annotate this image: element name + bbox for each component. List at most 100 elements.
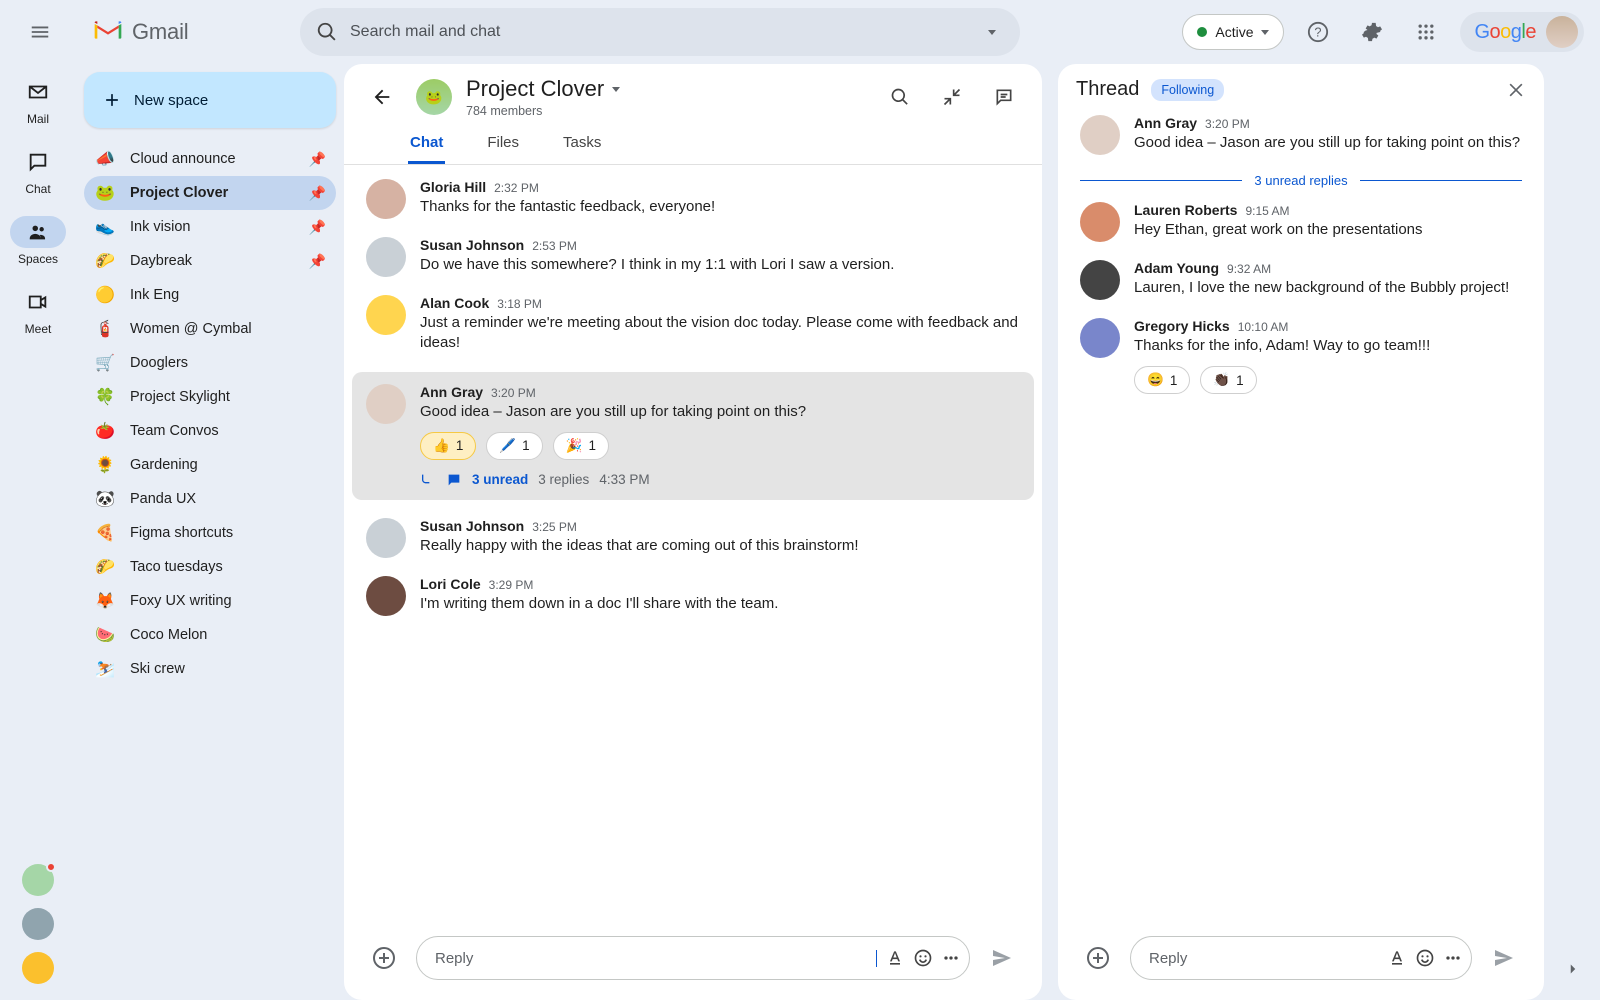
message[interactable]: Lori Cole3:29 PM I'm writing them down i…: [366, 576, 1020, 616]
account-avatar[interactable]: [1546, 16, 1578, 48]
reply-input[interactable]: [435, 950, 877, 967]
rail-avatar[interactable]: [22, 952, 54, 984]
space-item[interactable]: 🍅 Team Convos: [84, 414, 336, 448]
send-button[interactable]: [984, 940, 1020, 976]
search-input[interactable]: [350, 23, 960, 41]
user-avatar: [1080, 318, 1120, 358]
message-time: 10:10 AM: [1238, 320, 1289, 334]
message[interactable]: Susan Johnson2:53 PM Do we have this som…: [366, 237, 1020, 277]
apps-button[interactable]: [1406, 12, 1446, 52]
rail-meet[interactable]: Meet: [0, 278, 76, 344]
tab-files[interactable]: Files: [485, 124, 521, 164]
user-avatar: [1080, 115, 1120, 155]
rail-avatar[interactable]: [22, 908, 54, 940]
side-panel-collapse-button[interactable]: [1564, 960, 1582, 978]
open-thread-button[interactable]: [984, 77, 1024, 117]
format-button[interactable]: [885, 948, 905, 968]
message-text: Thanks for the fantastic feedback, every…: [420, 197, 1020, 217]
more-button[interactable]: [1443, 948, 1463, 968]
reaction-chip[interactable]: 🖊️ 1: [486, 432, 542, 460]
thread-messages[interactable]: Ann Gray3:20 PM Good idea – Jason are yo…: [1058, 107, 1544, 926]
send-button[interactable]: [1486, 940, 1522, 976]
thread-summary[interactable]: 3 unread 3 replies 4:33 PM: [420, 472, 1020, 488]
close-icon: [1506, 80, 1526, 100]
attach-button[interactable]: [1080, 940, 1116, 976]
more-button[interactable]: [941, 948, 961, 968]
account-chip[interactable]: Google: [1460, 12, 1584, 52]
space-item[interactable]: 🟡 Ink Eng: [84, 278, 336, 312]
search-bar[interactable]: [300, 8, 1020, 56]
message[interactable]: Ann Gray3:20 PM Good idea – Jason are yo…: [1080, 115, 1522, 155]
message-time: 3:20 PM: [1205, 117, 1250, 131]
rail-mail[interactable]: Mail: [0, 68, 76, 134]
message[interactable]: Gloria Hill2:32 PM Thanks for the fantas…: [366, 179, 1020, 219]
space-item[interactable]: 🍕 Figma shortcuts: [84, 516, 336, 550]
space-item[interactable]: 📣 Cloud announce 📌: [84, 142, 336, 176]
space-item[interactable]: 🐼 Panda UX: [84, 482, 336, 516]
message[interactable]: Lauren Roberts9:15 AM Hey Ethan, great w…: [1080, 202, 1522, 242]
settings-button[interactable]: [1352, 12, 1392, 52]
message[interactable]: Ann Gray3:20 PM Good idea – Jason are yo…: [352, 372, 1034, 500]
space-item[interactable]: 🍉 Coco Melon: [84, 618, 336, 652]
emoji-button[interactable]: [913, 948, 933, 968]
space-emoji-icon: ⛷️: [94, 659, 116, 679]
more-icon: [941, 948, 961, 968]
space-label: Ink vision: [130, 219, 190, 235]
tab-chat[interactable]: Chat: [408, 124, 445, 164]
brand-text: Gmail: [132, 19, 188, 45]
chat-messages[interactable]: Gloria Hill2:32 PM Thanks for the fantas…: [344, 165, 1042, 926]
new-space-button[interactable]: New space: [84, 72, 336, 128]
tab-tasks[interactable]: Tasks: [561, 124, 603, 164]
collapse-button[interactable]: [932, 77, 972, 117]
attach-button[interactable]: [366, 940, 402, 976]
space-item[interactable]: 🧯 Women @ Cymbal: [84, 312, 336, 346]
chevron-right-icon: [1564, 960, 1582, 978]
space-item[interactable]: 🛒 Dooglers: [84, 346, 336, 380]
reaction-chip[interactable]: 👍 1: [420, 432, 476, 460]
reaction-chip[interactable]: 🎉 1: [553, 432, 609, 460]
gear-icon: [1361, 21, 1383, 43]
thread-time: 4:33 PM: [599, 472, 649, 487]
search-dropdown-button[interactable]: [972, 12, 1012, 52]
chat-search-button[interactable]: [880, 77, 920, 117]
space-item[interactable]: 🐸 Project Clover 📌: [84, 176, 336, 210]
reply-input[interactable]: [1149, 950, 1379, 967]
rail-chat[interactable]: Chat: [0, 138, 76, 204]
reaction-chip[interactable]: 👏🏿 1: [1200, 366, 1256, 394]
space-item[interactable]: 👟 Ink vision 📌: [84, 210, 336, 244]
space-item[interactable]: 🦊 Foxy UX writing: [84, 584, 336, 618]
space-emoji-icon: 🌮: [94, 557, 116, 577]
brand[interactable]: Gmail: [72, 16, 292, 48]
rail-avatar[interactable]: [22, 864, 54, 896]
sender-name: Alan Cook: [420, 295, 489, 311]
message-time: 3:29 PM: [489, 578, 534, 592]
space-item[interactable]: 🌮 Taco tuesdays: [84, 550, 336, 584]
space-item[interactable]: 🍀 Project Skylight: [84, 380, 336, 414]
message[interactable]: Alan Cook3:18 PM Just a reminder we're m…: [366, 295, 1020, 354]
reply-box[interactable]: [1130, 936, 1472, 980]
reply-box[interactable]: [416, 936, 970, 980]
format-button[interactable]: [1387, 948, 1407, 968]
status-label: Active: [1215, 24, 1253, 40]
space-item[interactable]: ⛷️ Ski crew: [84, 652, 336, 686]
reaction-chip[interactable]: 😄 1: [1134, 366, 1190, 394]
follow-chip[interactable]: Following: [1151, 79, 1224, 101]
back-button[interactable]: [362, 77, 402, 117]
space-item[interactable]: 🌻 Gardening: [84, 448, 336, 482]
main-menu-button[interactable]: [16, 8, 64, 56]
help-button[interactable]: ?: [1298, 12, 1338, 52]
close-thread-button[interactable]: [1506, 80, 1526, 100]
status-chip[interactable]: Active: [1182, 14, 1284, 50]
rail-spaces[interactable]: Spaces: [0, 208, 76, 274]
space-emoji-icon: 🐸: [94, 183, 116, 203]
message[interactable]: Gregory Hicks10:10 AM Thanks for the inf…: [1080, 318, 1522, 394]
search-icon: [890, 87, 910, 107]
message[interactable]: Adam Young9:32 AM Lauren, I love the new…: [1080, 260, 1522, 300]
emoji-button[interactable]: [1415, 948, 1435, 968]
space-item[interactable]: 🌮 Daybreak 📌: [84, 244, 336, 278]
message-text: Do we have this somewhere? I think in my…: [420, 255, 1020, 275]
apps-grid-icon: [1416, 22, 1436, 42]
chevron-down-icon[interactable]: [612, 87, 620, 92]
status-dot-icon: [1197, 27, 1207, 37]
message[interactable]: Susan Johnson3:25 PM Really happy with t…: [366, 518, 1020, 558]
